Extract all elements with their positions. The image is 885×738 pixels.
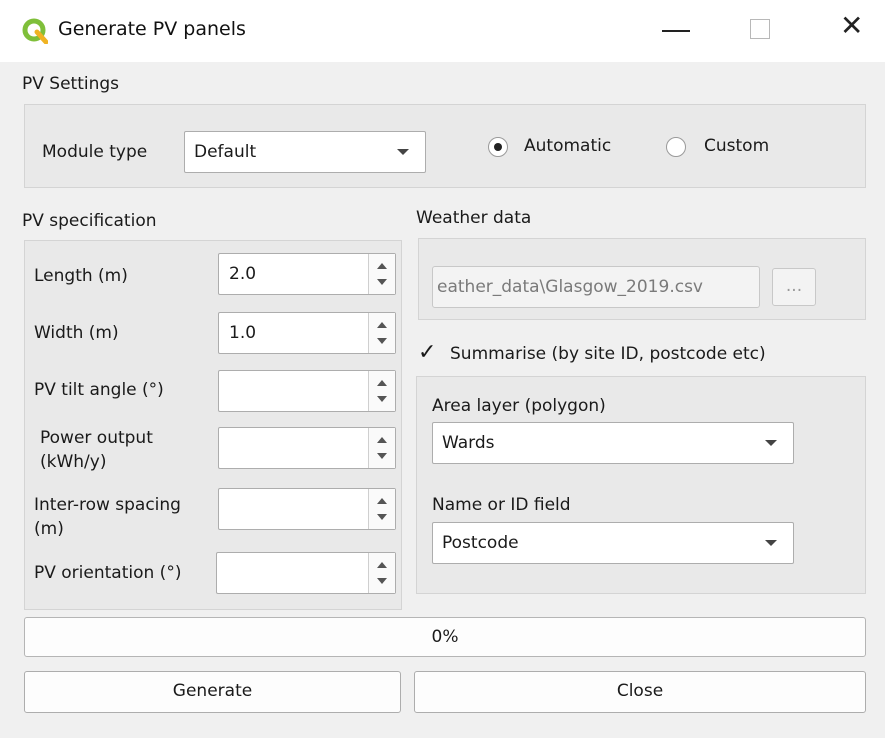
close-icon[interactable]: ✕ [840, 12, 863, 40]
power-label: Power output [40, 428, 153, 448]
chevron-down-icon [397, 149, 409, 155]
check-icon: ✓ [418, 340, 437, 365]
spacing-stepper[interactable] [368, 489, 395, 529]
module-type-value: Default [194, 142, 257, 162]
custom-radio[interactable] [666, 137, 686, 157]
width-value: 1.0 [229, 323, 257, 343]
minimize-icon[interactable] [662, 30, 690, 32]
weather-data-title: Weather data [416, 208, 532, 228]
orientation-stepper[interactable] [368, 553, 395, 593]
orientation-label: PV orientation (°) [34, 563, 182, 583]
name-field-select[interactable]: Postcode [432, 522, 794, 564]
length-value: 2.0 [229, 264, 257, 284]
spin-down-icon[interactable] [377, 514, 387, 520]
spin-down-icon[interactable] [377, 279, 387, 285]
close-button[interactable]: Close [414, 671, 866, 713]
orientation-spinbox[interactable] [216, 552, 396, 594]
power-spinbox[interactable] [218, 427, 396, 469]
browse-button[interactable]: ... [772, 268, 816, 306]
generate-button[interactable]: Generate [24, 671, 401, 713]
power-unit-label: (kWh/y) [40, 452, 107, 472]
spin-up-icon[interactable] [377, 263, 387, 269]
area-layer-label: Area layer (polygon) [432, 396, 606, 416]
pv-settings-title: PV Settings [22, 74, 120, 94]
name-field-value: Postcode [442, 533, 519, 553]
progress-text: 0% [431, 627, 459, 647]
spin-down-icon[interactable] [377, 453, 387, 459]
spin-up-icon[interactable] [377, 437, 387, 443]
width-label: Width (m) [34, 323, 119, 343]
tilt-stepper[interactable] [368, 371, 395, 411]
custom-radio-label[interactable]: Custom [704, 136, 769, 156]
width-stepper[interactable] [368, 313, 395, 353]
length-label: Length (m) [34, 266, 128, 286]
module-type-select[interactable]: Default [184, 131, 426, 173]
radio-selected-dot [494, 143, 502, 151]
automatic-radio-label[interactable]: Automatic [524, 136, 611, 156]
chevron-down-icon [765, 540, 777, 546]
automatic-radio[interactable] [488, 137, 508, 157]
chevron-down-icon [765, 440, 777, 446]
spacing-unit-label: (m) [34, 519, 64, 539]
pv-specification-title: PV specification [22, 211, 157, 231]
area-layer-select[interactable]: Wards [432, 422, 794, 464]
power-stepper[interactable] [368, 428, 395, 468]
summarise-label[interactable]: Summarise (by site ID, postcode etc) [450, 344, 766, 364]
qgis-icon [22, 18, 48, 44]
spin-up-icon[interactable] [377, 322, 387, 328]
length-stepper[interactable] [368, 254, 395, 294]
progress-bar: 0% [24, 617, 866, 657]
maximize-icon[interactable] [750, 19, 770, 39]
spacing-label: Inter-row spacing [34, 495, 181, 515]
area-layer-value: Wards [442, 433, 495, 453]
spin-up-icon[interactable] [377, 562, 387, 568]
weather-file-value: eather_data\Glasgow_2019.csv [437, 277, 703, 297]
name-field-label: Name or ID field [432, 495, 571, 515]
spin-down-icon[interactable] [377, 396, 387, 402]
width-spinbox[interactable]: 1.0 [218, 312, 396, 354]
spin-up-icon[interactable] [377, 498, 387, 504]
spin-down-icon[interactable] [377, 338, 387, 344]
module-type-label: Module type [42, 142, 148, 162]
spin-down-icon[interactable] [377, 578, 387, 584]
spacing-spinbox[interactable] [218, 488, 396, 530]
tilt-label: PV tilt angle (°) [34, 380, 164, 400]
length-spinbox[interactable]: 2.0 [218, 253, 396, 295]
spin-up-icon[interactable] [377, 380, 387, 386]
summarise-checkbox[interactable]: ✓ [418, 340, 438, 365]
tilt-spinbox[interactable] [218, 370, 396, 412]
window-title: Generate PV panels [58, 18, 246, 40]
weather-file-input[interactable]: eather_data\Glasgow_2019.csv [432, 266, 760, 308]
